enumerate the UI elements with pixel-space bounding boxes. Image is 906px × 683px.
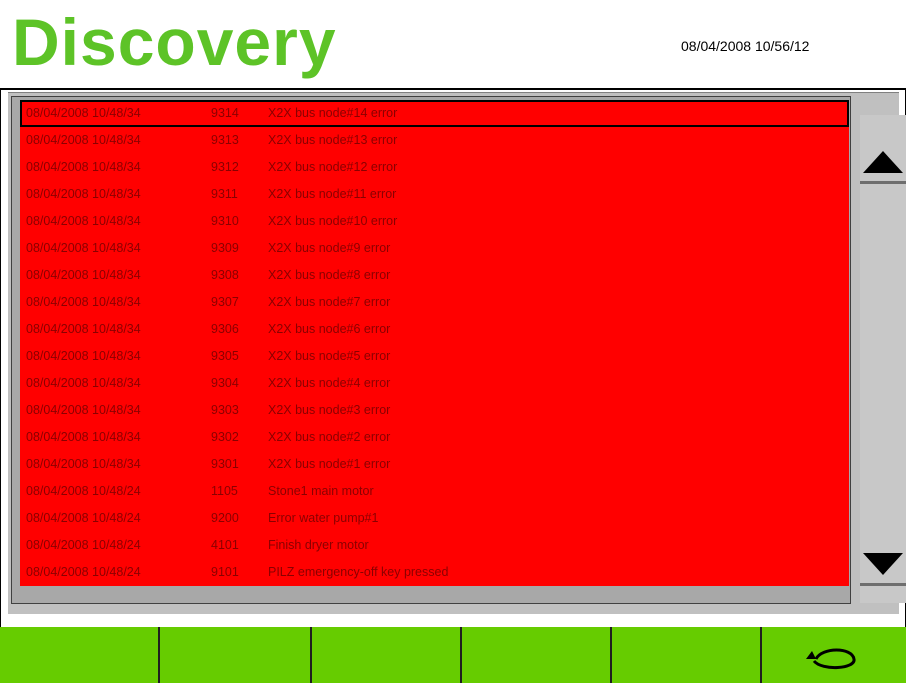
alarm-message: X2X bus node#12 error: [268, 160, 398, 174]
alarm-date: 08/04/2008 10/48/34: [26, 457, 141, 471]
alarm-code: 9302: [211, 430, 239, 444]
alarm-message: X2X bus node#10 error: [268, 214, 398, 228]
alarm-code: 4101: [211, 538, 239, 552]
alarm-code: 9304: [211, 376, 239, 390]
alarm-date: 08/04/2008 10/48/24: [26, 511, 141, 525]
alarm-date: 08/04/2008 10/48/34: [26, 295, 141, 309]
current-datetime: 08/04/2008 10/56/12: [681, 38, 810, 54]
alarm-row[interactable]: 08/04/2008 10/48/34 9310 X2X bus node#10 e…: [20, 208, 849, 235]
alarm-date: 08/04/2008 10/48/34: [26, 106, 141, 120]
function-button-3[interactable]: [312, 627, 462, 683]
alarm-row[interactable]: 08/04/2008 10/48/34 9304 X2X bus node#4 er…: [20, 370, 849, 397]
alarm-code: 9313: [211, 133, 239, 147]
alarm-message: X2X bus node#7 error: [268, 295, 391, 309]
alarm-date: 08/04/2008 10/48/24: [26, 565, 141, 579]
header-divider: [0, 88, 906, 90]
alarm-row[interactable]: 08/04/2008 10/48/34 9306 X2X bus node#6 er…: [20, 316, 849, 343]
alarm-message: X2X bus node#11 error: [268, 187, 397, 201]
alarm-row[interactable]: 08/04/2008 10/48/34 9305 X2X bus node#5 er…: [20, 343, 849, 370]
alarm-message: X2X bus node#13 error: [268, 133, 398, 147]
alarm-row[interactable]: 08/04/2008 10/48/34 9309 X2X bus node#9 er…: [20, 235, 849, 262]
alarm-code: 9307: [211, 295, 239, 309]
alarm-row[interactable]: 08/04/2008 10/48/34 9311 X2X bus node#11 e…: [20, 181, 849, 208]
function-button-1[interactable]: [8, 627, 160, 683]
triangle-up-icon: [863, 151, 903, 173]
alarm-date: 08/04/2008 10/48/34: [26, 430, 141, 444]
alarm-message: Stone1 main motor: [268, 484, 374, 498]
alarm-date: 08/04/2008 10/48/34: [26, 241, 141, 255]
alarm-code: 9301: [211, 457, 239, 471]
alarm-code: 9306: [211, 322, 239, 336]
alarm-message: X2X bus node#6 error: [268, 322, 391, 336]
alarm-code: 9311: [211, 187, 238, 201]
alarm-date: 08/04/2008 10/48/34: [26, 349, 141, 363]
alarm-date: 08/04/2008 10/48/34: [26, 268, 141, 282]
return-button[interactable]: [762, 627, 906, 683]
alarm-row[interactable]: 08/04/2008 10/48/34 9313 X2X bus node#13 e…: [20, 127, 849, 154]
alarm-message: PILZ emergency-off key pressed: [268, 565, 449, 579]
alarm-message: Error water pump#1: [268, 511, 379, 525]
function-button-4[interactable]: [462, 627, 612, 683]
alarm-message: Finish dryer motor: [268, 538, 369, 552]
alarm-date: 08/04/2008 10/48/24: [26, 484, 141, 498]
alarm-row[interactable]: 08/04/2008 10/48/24 1105 Stone1 main motor: [20, 478, 849, 505]
alarm-row[interactable]: 08/04/2008 10/48/34 9314 X2X bus node#14 e…: [20, 100, 849, 127]
alarm-code: 9200: [211, 511, 239, 525]
function-button-5[interactable]: [612, 627, 762, 683]
triangle-down-icon: [863, 553, 903, 575]
alarm-date: 08/04/2008 10/48/34: [26, 214, 141, 228]
alarm-message: X2X bus node#9 error: [268, 241, 391, 255]
alarm-date: 08/04/2008 10/48/34: [26, 403, 141, 417]
alarm-row[interactable]: 08/04/2008 10/48/34 9308 X2X bus node#8 er…: [20, 262, 849, 289]
alarm-row[interactable]: 08/04/2008 10/48/34 9307 X2X bus node#7 er…: [20, 289, 849, 316]
alarm-date: 08/04/2008 10/48/24: [26, 538, 141, 552]
alarm-row[interactable]: 08/04/2008 10/48/24 9200 Error water pump#…: [20, 505, 849, 532]
alarm-date: 08/04/2008 10/48/34: [26, 322, 141, 336]
header: Discovery 08/04/2008 10/56/12: [0, 0, 906, 90]
alarm-row[interactable]: 08/04/2008 10/48/24 9101 PILZ emergency-of…: [20, 559, 849, 586]
scroll-up-button[interactable]: [860, 143, 906, 184]
alarm-code: 9308: [211, 268, 239, 282]
alarm-message: X2X bus node#1 error: [268, 457, 391, 471]
scroll-down-button[interactable]: [860, 545, 906, 586]
alarm-row[interactable]: 08/04/2008 10/48/34 9302 X2X bus node#2 er…: [20, 424, 849, 451]
alarm-date: 08/04/2008 10/48/34: [26, 160, 141, 174]
alarm-date: 08/04/2008 10/48/34: [26, 376, 141, 390]
alarm-row[interactable]: 08/04/2008 10/48/34 9312 X2X bus node#12 e…: [20, 154, 849, 181]
alarm-message: X2X bus node#5 error: [268, 349, 391, 363]
alarm-code: 9101: [211, 565, 239, 579]
alarm-message: X2X bus node#14 error: [268, 106, 398, 120]
alarm-code: 9314: [211, 106, 239, 120]
alarm-code: 1105: [211, 484, 238, 498]
page-title: Discovery: [12, 5, 337, 79]
alarm-row[interactable]: 08/04/2008 10/48/24 4101 Finish dryer moto…: [20, 532, 849, 559]
alarm-date: 08/04/2008 10/48/34: [26, 187, 141, 201]
scrollbar-track[interactable]: [860, 115, 906, 603]
alarm-message: X2X bus node#8 error: [268, 268, 391, 282]
alarm-message: X2X bus node#2 error: [268, 430, 391, 444]
alarm-code: 9305: [211, 349, 239, 363]
alarm-row[interactable]: 08/04/2008 10/48/34 9301 X2X bus node#1 er…: [20, 451, 849, 478]
return-icon: [806, 648, 856, 669]
alarm-row[interactable]: 08/04/2008 10/48/34 9303 X2X bus node#3 er…: [20, 397, 849, 424]
alarm-message: X2X bus node#3 error: [268, 403, 391, 417]
alarm-message: X2X bus node#4 error: [268, 376, 391, 390]
function-button-2[interactable]: [160, 627, 312, 683]
alarm-date: 08/04/2008 10/48/34: [26, 133, 141, 147]
alarm-code: 9303: [211, 403, 239, 417]
alarm-code: 9309: [211, 241, 239, 255]
alarm-list: 08/04/2008 10/48/34 9314 X2X bus node#14 e…: [20, 100, 849, 586]
alarm-code: 9310: [211, 214, 239, 228]
alarm-code: 9312: [211, 160, 239, 174]
